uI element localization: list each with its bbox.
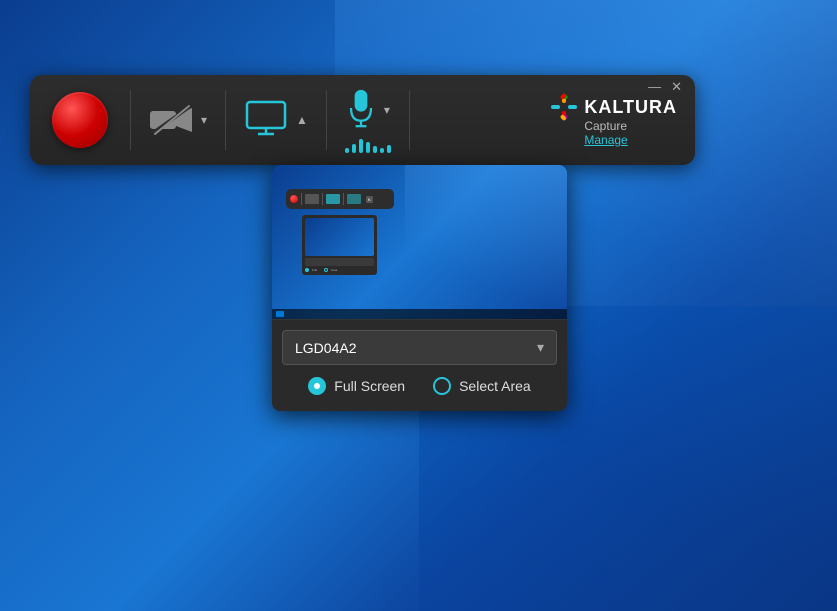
- main-toolbar: ▾ ▲ ▾: [30, 75, 695, 165]
- full-screen-option[interactable]: Full Screen: [308, 377, 405, 395]
- mini-radio-fullscreen: [305, 268, 309, 272]
- capture-mode-radio-group: Full Screen Select Area: [272, 377, 567, 395]
- window-controls: — ✕: [648, 80, 682, 93]
- monitor-section[interactable]: ▲: [226, 100, 326, 141]
- mini-radio-fullscreen-label: Full: [312, 268, 317, 272]
- mic-bar-3: [359, 139, 363, 153]
- mini-picker-radio-row: Full Area: [305, 268, 374, 272]
- microphone-icon: [346, 88, 376, 133]
- mini-start-button: [276, 311, 284, 317]
- brand-section: KALTURA Capture Manage: [536, 93, 695, 147]
- camera-section[interactable]: ▾: [131, 104, 225, 136]
- mic-bar-1: [345, 148, 349, 153]
- mini-divider2: [322, 193, 323, 205]
- mini-screen-picker: Full Area: [302, 215, 377, 275]
- full-screen-label: Full Screen: [334, 378, 405, 394]
- record-button-section: [30, 92, 130, 148]
- mini-record-dot: [290, 195, 298, 203]
- microphone-section[interactable]: ▾: [327, 88, 409, 153]
- mic-bar-7: [387, 145, 391, 153]
- mic-dropdown-arrow: ▾: [384, 103, 390, 117]
- kaltura-logo-icon: [550, 93, 578, 121]
- brand-row: KALTURA: [550, 93, 677, 121]
- mini-brand-badge: K: [366, 196, 373, 203]
- select-area-label: Select Area: [459, 378, 531, 394]
- mini-radio-area: [324, 268, 328, 272]
- select-area-radio[interactable]: [433, 377, 451, 395]
- mini-taskbar: [272, 309, 567, 319]
- monitor-select-value: LGD04A2: [295, 340, 356, 356]
- record-button[interactable]: [52, 92, 108, 148]
- mic-bar-6: [380, 148, 384, 153]
- brand-name: KALTURA: [584, 97, 677, 118]
- manage-link[interactable]: Manage: [584, 133, 627, 147]
- close-button[interactable]: ✕: [671, 80, 682, 93]
- mini-picker-preview: [305, 218, 374, 256]
- screen-preview: K Full Area: [272, 165, 567, 320]
- monitor-select-chevron: ▾: [537, 339, 544, 356]
- mic-row: ▾: [346, 88, 390, 133]
- minimize-button[interactable]: —: [648, 80, 661, 93]
- monitor-dropdown-arrow: ▲: [296, 113, 308, 127]
- mini-toolbar: K: [286, 189, 394, 209]
- mini-radio-area-label: Area: [331, 268, 337, 272]
- mini-picker-select: [305, 258, 374, 266]
- full-screen-radio[interactable]: [308, 377, 326, 395]
- mic-bar-2: [352, 144, 356, 153]
- mini-mic-icon: [347, 194, 361, 204]
- monitor-icon: [244, 100, 288, 141]
- camera-svg: [149, 104, 193, 136]
- mic-bar-4: [366, 142, 370, 153]
- mini-monitor-icon: [326, 194, 340, 204]
- camera-dropdown-arrow: ▾: [201, 113, 207, 127]
- monitor-select[interactable]: LGD04A2 ▾: [282, 330, 557, 365]
- brand-subtitle: Capture: [584, 119, 627, 133]
- camera-icon: [149, 104, 193, 136]
- select-area-option[interactable]: Select Area: [433, 377, 531, 395]
- mic-bar-5: [373, 146, 377, 153]
- mini-divider: [301, 193, 302, 205]
- mini-cam-icon: [305, 194, 319, 204]
- screen-picker-dropdown: K Full Area LGD04A2 ▾ Full Screen: [272, 165, 567, 411]
- mini-divider3: [343, 193, 344, 205]
- divider-4: [409, 90, 410, 150]
- monitor-select-row: LGD04A2 ▾: [282, 330, 557, 365]
- mic-level-bars: [345, 137, 391, 153]
